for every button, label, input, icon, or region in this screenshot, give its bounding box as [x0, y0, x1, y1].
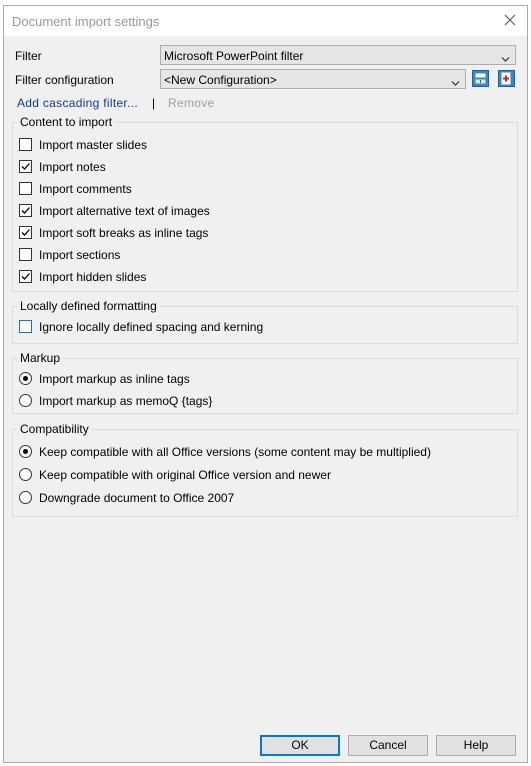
content-to-import-group: Content to import Import master slides I…: [12, 115, 518, 292]
add-cascading-filter-link[interactable]: Add cascading filter...: [17, 96, 138, 110]
compatibility-group: Compatibility Keep compatible with all O…: [12, 422, 518, 517]
radio-label: Import markup as inline tags: [39, 372, 190, 386]
checkbox-box: [19, 248, 32, 261]
filter-value: Microsoft PowerPoint filter: [164, 49, 304, 63]
group-legend: Compatibility: [17, 422, 92, 436]
title-bar: Document import settings: [4, 6, 527, 36]
checkmark-icon: [19, 160, 32, 173]
formatting-group: Locally defined formatting Ignore locall…: [12, 299, 518, 344]
remove-link[interactable]: Remove: [168, 96, 214, 110]
radio-label: Keep compatible with original Office ver…: [39, 468, 331, 482]
window-title: Document import settings: [12, 14, 160, 29]
radio-selected-icon: [19, 445, 32, 458]
group-legend: Markup: [17, 351, 64, 365]
chevron-down-icon: [451, 76, 460, 86]
checkbox-label: Ignore locally defined spacing and kerni…: [39, 320, 264, 334]
checkbox-label: Import comments: [39, 182, 132, 196]
checkbox-label: Import alternative text of images: [39, 204, 210, 218]
group-legend: Locally defined formatting: [17, 299, 160, 313]
cancel-button[interactable]: Cancel: [348, 735, 428, 756]
ok-button[interactable]: OK: [260, 735, 340, 756]
radio-label: Downgrade document to Office 2007: [39, 491, 235, 505]
new-config-icon[interactable]: [498, 70, 515, 87]
checkbox-label: Import hidden slides: [39, 270, 147, 284]
radio-icon: [19, 468, 32, 481]
checkmark-icon: [19, 226, 32, 239]
filter-dropdown[interactable]: Microsoft PowerPoint filter: [160, 45, 516, 65]
checkbox-box: [19, 138, 32, 151]
radio-selected-icon: [19, 372, 32, 385]
close-icon[interactable]: [501, 11, 519, 29]
checkbox-label: Import notes: [39, 160, 106, 174]
checkbox-box: [19, 320, 32, 333]
filter-config-label: Filter configuration: [15, 73, 114, 87]
filter-config-dropdown[interactable]: <New Configuration>: [160, 69, 466, 89]
radio-icon: [19, 491, 32, 504]
filter-config-value: <New Configuration>: [164, 73, 277, 87]
link-separator: |: [152, 96, 156, 110]
chevron-down-icon: [501, 52, 510, 62]
checkmark-icon: [19, 270, 32, 283]
checkbox-label: Import sections: [39, 248, 121, 262]
radio-label: Keep compatible with all Office versions…: [39, 445, 431, 459]
checkbox-box: [19, 182, 32, 195]
radio-icon: [19, 394, 32, 407]
checkmark-icon: [19, 204, 32, 217]
checkbox-label: Import soft breaks as inline tags: [39, 226, 209, 240]
markup-group: Markup Import markup as inline tags Impo…: [12, 351, 518, 414]
import-settings-dialog: Document import settings Filter Microsof…: [3, 5, 528, 763]
radio-label: Import markup as memoQ {tags}: [39, 394, 213, 408]
filter-label: Filter: [15, 49, 42, 63]
save-config-icon[interactable]: [472, 70, 489, 87]
help-button[interactable]: Help: [436, 735, 516, 756]
group-legend: Content to import: [17, 115, 116, 129]
checkbox-label: Import master slides: [39, 138, 148, 152]
